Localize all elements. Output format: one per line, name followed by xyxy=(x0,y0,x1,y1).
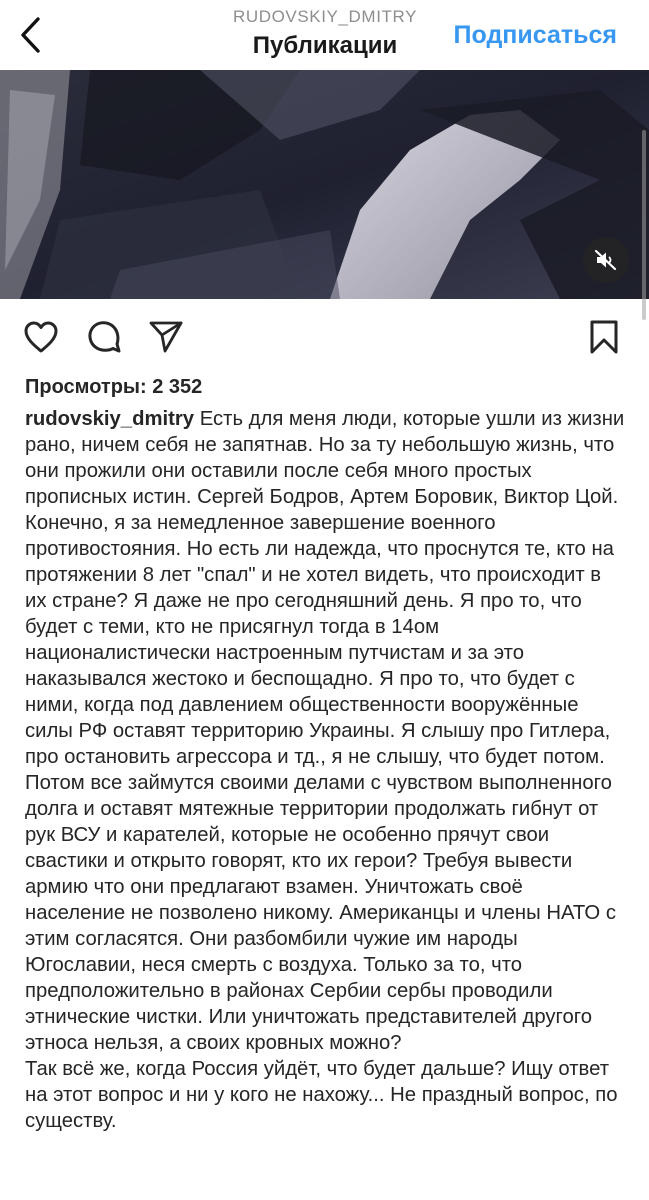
like-button[interactable] xyxy=(21,317,61,357)
paper-plane-icon xyxy=(149,321,183,353)
post-screen: RUDOVSKIY_DMITRY Публикации Подписаться xyxy=(0,0,649,1200)
caption-author[interactable]: rudovskiy_dmitry xyxy=(25,408,194,430)
post-video[interactable] xyxy=(0,70,649,299)
caption-paragraph: rudovskiy_dmitry Есть для меня люди, кот… xyxy=(25,406,625,1056)
top-bar: RUDOVSKIY_DMITRY Публикации Подписаться xyxy=(0,0,649,70)
page-title: Публикации xyxy=(252,32,398,59)
views-count: Просмотры: 2 352 xyxy=(25,376,203,398)
scrollbar-thumb[interactable] xyxy=(642,130,646,320)
subscribe-button[interactable]: Подписаться xyxy=(454,18,617,52)
bookmark-icon xyxy=(590,320,618,354)
speaker-muted-icon xyxy=(594,249,617,271)
save-button[interactable] xyxy=(584,317,624,357)
heart-icon xyxy=(24,321,58,353)
share-button[interactable] xyxy=(146,317,186,357)
action-bar xyxy=(0,299,649,375)
header-titles: RUDOVSKIY_DMITRY Публикации xyxy=(150,6,500,62)
caption-text: Есть для меня люди, которые ушли из жизн… xyxy=(25,408,625,1054)
caption-paragraph-second: Так всё же, когда Россия уйдёт, что буде… xyxy=(25,1058,618,1132)
back-button[interactable] xyxy=(10,12,50,58)
mute-button[interactable] xyxy=(583,237,629,283)
comment-button[interactable] xyxy=(84,317,124,357)
chevron-left-icon xyxy=(21,17,40,53)
post-caption: rudovskiy_dmitry Есть для меня люди, кот… xyxy=(25,406,625,1134)
header-username: RUDOVSKIY_DMITRY xyxy=(232,7,418,26)
comment-bubble-icon xyxy=(88,321,121,353)
video-frame-image xyxy=(0,70,649,299)
